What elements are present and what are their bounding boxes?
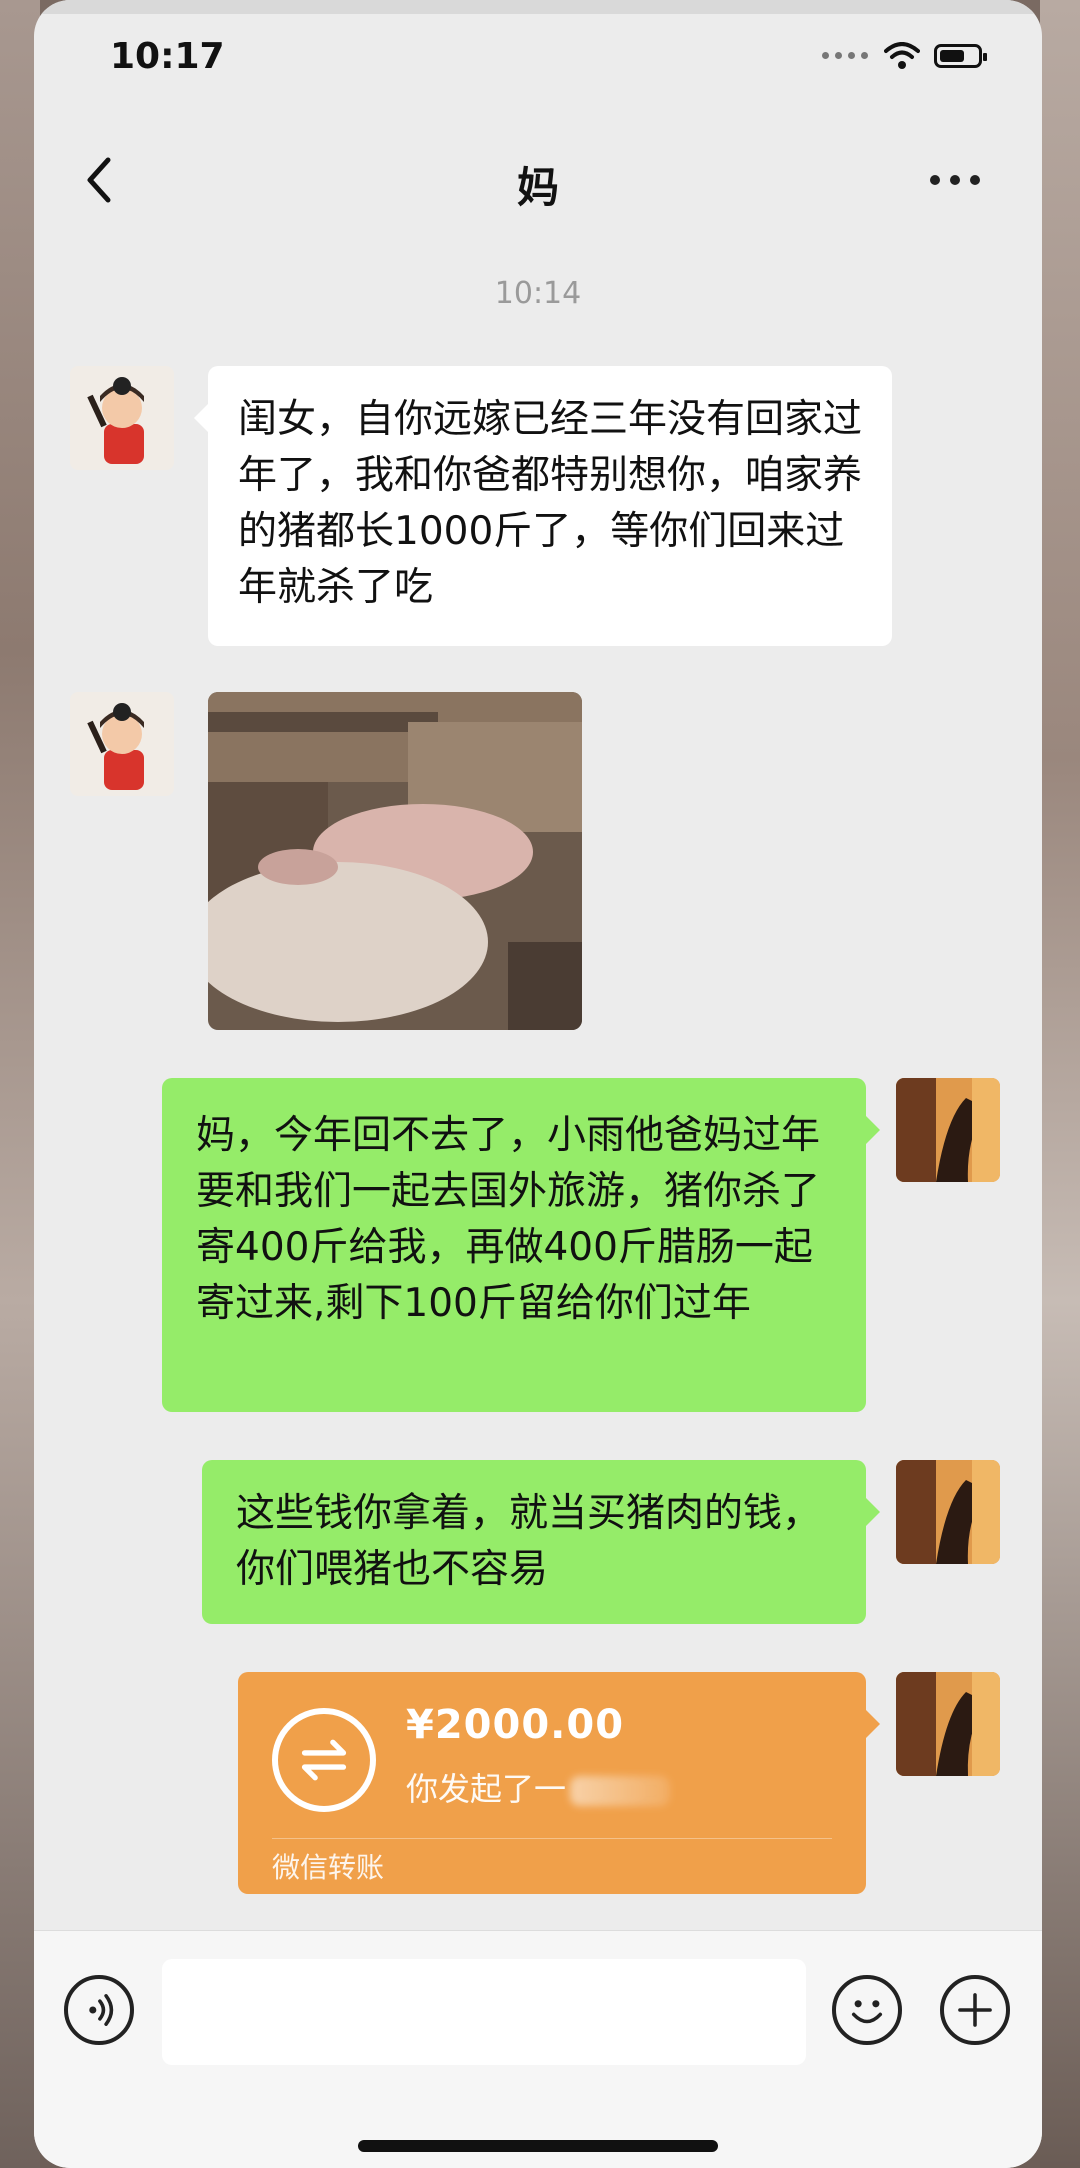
battery-icon (934, 44, 987, 68)
contact-avatar[interactable] (70, 692, 174, 796)
phone-screen: 10:17 妈 10:14 闺女，自你远嫁已经三年没有回家过年了，我和你爸都特别… (34, 0, 1042, 2168)
wechat-transfer-card[interactable]: ¥2000.00 你发起了一 微信转账 (238, 1672, 880, 1894)
signal-dots-icon (822, 52, 868, 59)
message-bubble-outgoing[interactable]: 这些钱你拿着，就当买猪肉的钱，你们喂猪也不容易 (202, 1460, 880, 1624)
plus-icon[interactable] (940, 1975, 1010, 2045)
contact-avatar[interactable] (70, 366, 174, 470)
transfer-arrows-icon (272, 1708, 376, 1812)
message-input[interactable] (162, 1959, 806, 2065)
emoji-icon[interactable] (832, 1975, 902, 2045)
home-indicator[interactable] (358, 2140, 718, 2152)
transfer-description-text: 你发起了一 (406, 1770, 567, 1808)
my-avatar[interactable] (896, 1078, 1000, 1182)
pig-photo[interactable] (208, 692, 582, 1030)
transfer-description: 你发起了一 (406, 1764, 671, 1810)
voice-icon[interactable] (64, 1975, 134, 2045)
chat-title: 妈 (516, 163, 559, 212)
message-timestamp: 10:14 (494, 276, 582, 311)
more-dots-icon[interactable] (930, 170, 990, 190)
message-bubble-outgoing[interactable]: 妈，今年回不去了，小雨他爸妈过年要和我们一起去国外旅游，猪你杀了寄400斤给我，… (162, 1078, 880, 1412)
status-bar: 10:17 (34, 14, 1042, 104)
chat-nav-bar: 妈 (34, 120, 1042, 240)
blurred-text (570, 1776, 671, 1806)
message-bubble-incoming[interactable]: 闺女，自你远嫁已经三年没有回家过年了，我和你爸都特别想你，咱家养的猪都长1000… (194, 366, 892, 646)
status-time: 10:17 (110, 36, 225, 77)
chat-input-bar (34, 1930, 1042, 2168)
transfer-footer-label: 微信转账 (272, 1851, 385, 1884)
photo-background-right (1040, 0, 1080, 2168)
my-avatar[interactable] (896, 1672, 1000, 1776)
wifi-icon (884, 42, 920, 69)
my-avatar[interactable] (896, 1460, 1000, 1564)
transfer-divider (272, 1838, 832, 1839)
transfer-amount: ¥2000.00 (406, 1702, 625, 1748)
outer-status-strip (34, 0, 1042, 14)
